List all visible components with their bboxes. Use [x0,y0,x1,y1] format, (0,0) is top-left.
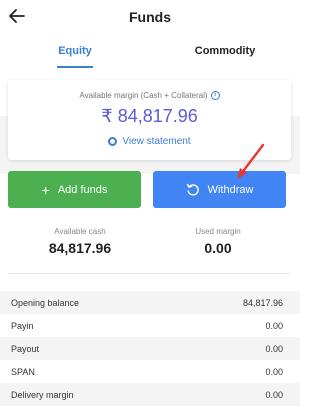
row-value: 84,817.96 [242,297,283,308]
row-value: 0.00 [265,343,283,354]
view-statement-label: View statement [122,136,191,147]
used-margin-value: 0.00 [204,240,232,256]
row-value: 0.00 [265,366,283,377]
margin-card: Available margin (Cash + Collateral) i ₹ … [8,80,291,160]
add-funds-button[interactable]: + Add funds [8,171,141,208]
withdraw-button[interactable]: Withdraw [153,171,286,208]
funds-breakdown-list: Opening balance 84,817.96 Payin 0.00 Pay… [0,291,300,406]
withdraw-label: Withdraw [207,183,254,196]
row-label: Payin [11,320,34,331]
app-header: Funds [0,0,300,34]
row-value: 0.00 [265,389,283,400]
back-button[interactable] [6,5,28,27]
active-tab-indicator [57,66,93,68]
page-title: Funds [129,9,171,25]
refresh-icon [186,183,199,196]
arrow-left-icon [9,9,25,23]
row-value: 0.00 [265,320,283,331]
margin-label-row: Available margin (Cash + Collateral) i [8,91,291,101]
info-icon[interactable]: i [210,91,220,101]
tab-commodity[interactable]: Commodity [150,38,300,70]
row-label: Payout [11,343,40,354]
list-item: Payout 0.00 [0,337,300,360]
available-cash-value: 84,817.96 [48,240,112,256]
available-margin-label: Available margin (Cash + Collateral) [79,91,208,100]
view-statement-link[interactable]: View statement [8,136,291,147]
row-label: Delivery margin [11,389,74,400]
divider [8,273,291,274]
row-label: Opening balance [11,297,80,308]
list-item: Payin 0.00 [0,314,300,337]
plus-icon: + [41,181,50,198]
add-funds-label: Add funds [57,183,108,196]
available-margin-value: ₹ 84,817.96 [101,106,198,126]
row-label: SPAN [11,366,35,377]
list-item: Opening balance 84,817.96 [0,291,300,314]
available-cash-label: Available cash [54,227,106,236]
list-item: Delivery margin 0.00 [0,383,300,406]
segment-tabs: Equity Commodity [0,38,300,70]
statement-icon [108,136,118,146]
list-item: SPAN 0.00 [0,360,300,383]
used-margin-label: Used margin [195,227,241,236]
